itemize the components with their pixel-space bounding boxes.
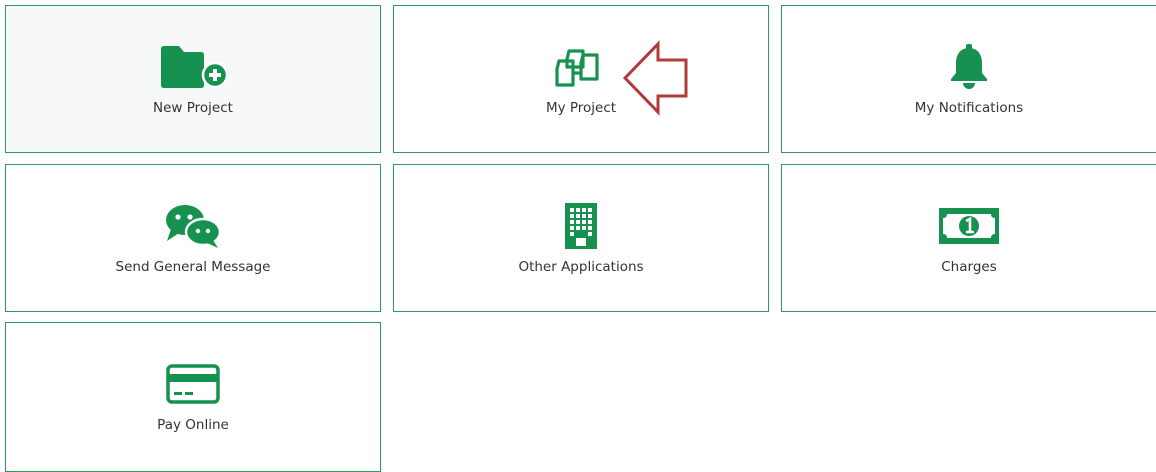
tile-charges[interactable]: Charges: [781, 164, 1156, 312]
chat-bubbles-icon: [161, 201, 225, 251]
tile-my-project[interactable]: My Project: [393, 5, 769, 153]
banknote-icon: [938, 201, 1000, 251]
tile-label: Send General Message: [115, 259, 271, 275]
tile-label: Pay Online: [157, 417, 229, 433]
tile-label: New Project: [153, 100, 233, 116]
tile-label: My Notifications: [914, 100, 1024, 116]
tile-other-applications[interactable]: Other Applications: [393, 164, 769, 312]
credit-card-icon: [165, 359, 221, 409]
tile-send-general-message[interactable]: Send General Message: [5, 164, 381, 312]
bell-icon: [947, 42, 991, 92]
tile-label: Charges: [941, 259, 997, 275]
building-icon: [563, 201, 599, 251]
dashboard-tile-grid: New Project My Project My Notifications: [0, 0, 1156, 472]
copy-documents-icon: [553, 42, 609, 92]
tile-pay-online[interactable]: Pay Online: [5, 322, 381, 472]
tile-new-project[interactable]: New Project: [5, 5, 381, 153]
tile-my-notifications[interactable]: My Notifications: [781, 5, 1156, 153]
tile-label: Other Applications: [518, 259, 644, 275]
folder-plus-icon: [159, 42, 227, 92]
tile-label: My Project: [545, 100, 617, 116]
